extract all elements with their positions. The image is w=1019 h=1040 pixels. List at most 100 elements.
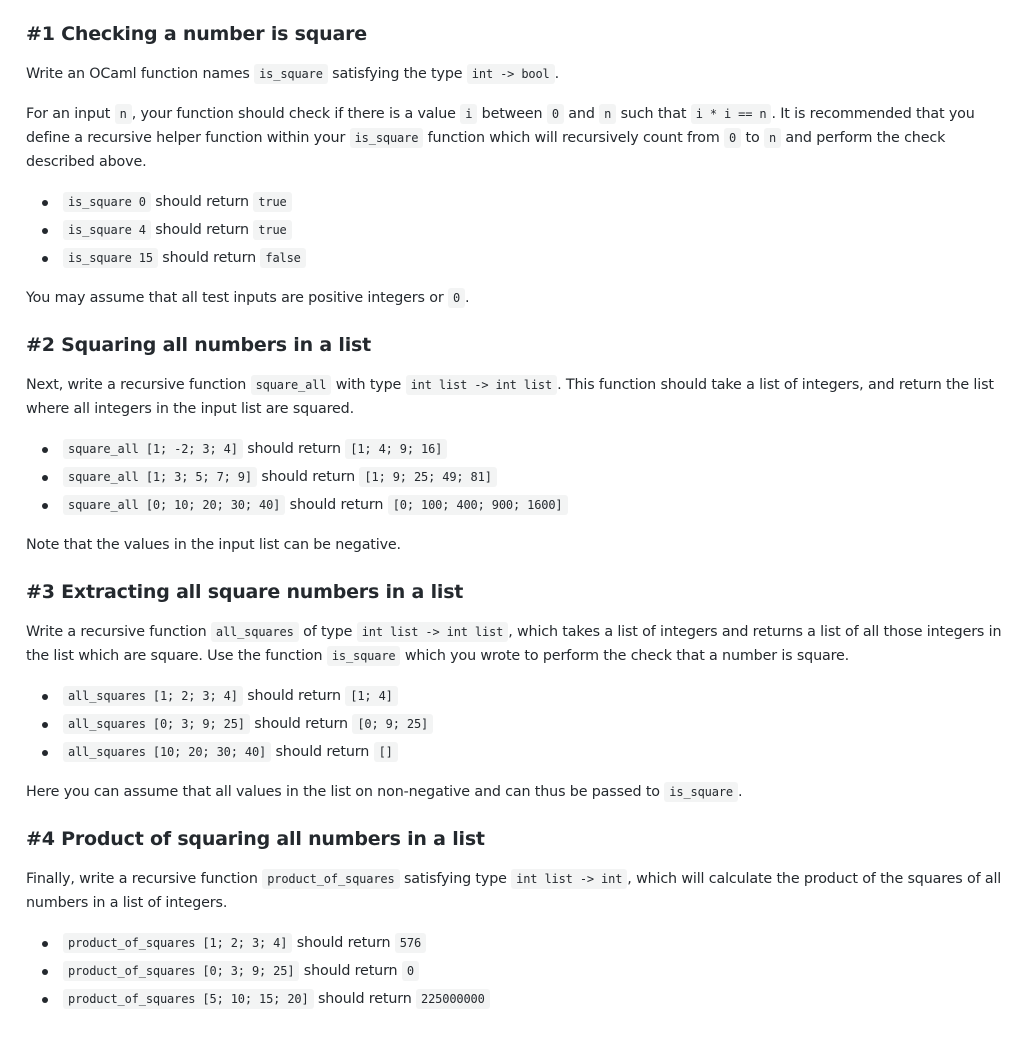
example-result: [1; 9; 25; 49; 81] [359,467,497,487]
example-call: product_of_squares [1; 2; 3; 4] [63,933,293,953]
inline-code: n [599,104,617,124]
text: Here you can assume that all values in t… [26,784,665,800]
section-intro: Finally, write a recursive function prod… [26,867,1007,915]
inline-code: 0 [447,288,466,308]
section-product-of-squares: #4 Product of squaring all numbers in a … [26,820,1007,1011]
inline-code: is_square [664,782,738,802]
list-item: is_square 4 should return true [42,218,1007,242]
list-item: all_squares [0; 3; 9; 25] should return … [42,712,1007,736]
example-result: false [260,248,306,268]
example-list: is_square 0 should return true is_square… [26,190,1007,270]
section-title: #4 Product of squaring all numbers in a … [26,828,485,850]
inline-code: int list -> int [511,869,628,889]
text: should return [249,716,353,732]
section-note: You may assume that all test inputs are … [26,286,1007,310]
text: . [465,290,470,306]
example-result: 225000000 [416,989,490,1009]
example-result: true [253,220,292,240]
section-description: For an input n, your function should che… [26,102,1007,174]
text: Write a recursive function [26,624,211,640]
text: should return [150,194,254,210]
example-call: is_square 0 [63,192,151,212]
text: Next, write a recursive function [26,377,251,393]
inline-code: is_square [254,64,328,84]
text: should return [157,250,261,266]
text: satisfying type [399,871,512,887]
inline-code: n [763,128,782,148]
text: of type [298,624,357,640]
text: Finally, write a recursive function [26,871,263,887]
text: should return [242,688,346,704]
text: should return [242,441,346,457]
text: should return [285,497,388,513]
inline-code: i [460,104,478,124]
example-call: square_all [1; -2; 3; 4] [63,439,243,459]
inline-code: 0 [724,128,742,148]
inline-code: all_squares [210,622,299,642]
text: should return [150,222,254,238]
example-call: is_square 15 [63,248,158,268]
text: For an input [26,106,115,122]
text: should return [256,469,360,485]
text: should return [271,744,374,760]
example-call: all_squares [10; 20; 30; 40] [63,742,272,762]
text: should return [292,935,395,951]
list-item: product_of_squares [0; 3; 9; 25] should … [42,959,1007,983]
text: should return [299,963,402,979]
example-list: all_squares [1; 2; 3; 4] should return [… [26,684,1007,764]
text: Write an OCaml function names [26,66,255,82]
example-call: product_of_squares [5; 10; 15; 20] [63,989,314,1009]
inline-code: int list -> int list [405,375,558,395]
list-item: all_squares [10; 20; 30; 40] should retu… [42,740,1007,764]
text: with type [331,377,406,393]
text: satisfying the type [327,66,467,82]
section-intro: Next, write a recursive function square_… [26,373,1007,421]
example-list: product_of_squares [1; 2; 3; 4] should r… [26,931,1007,1011]
section-title: #2 Squaring all numbers in a list [26,334,372,356]
example-result: [1; 4] [345,686,398,706]
text: . [554,66,560,82]
section-title: #3 Extracting all square numbers in a li… [26,581,464,603]
example-result: [0; 9; 25] [352,714,434,734]
inline-code: int -> bool [466,64,555,84]
inline-code: is_square [326,646,401,666]
text: such that [616,106,691,122]
text: to [741,130,764,146]
example-result: [0; 100; 400; 900; 1600] [387,495,568,515]
section-intro: Write an OCaml function names is_square … [26,62,1007,86]
text: Note that the values in the input list c… [26,537,401,553]
section-note: Note that the values in the input list c… [26,533,1007,557]
section-all-squares: #3 Extracting all square numbers in a li… [26,573,1007,804]
list-item: square_all [1; 3; 5; 7; 9] should return… [42,465,1007,489]
text: . [737,784,743,800]
example-call: square_all [1; 3; 5; 7; 9] [63,467,257,487]
example-result: true [253,192,292,212]
document: #1 Checking a number is square Write an … [0,0,1019,1011]
section-square-all: #2 Squaring all numbers in a list Next, … [26,326,1007,557]
inline-code: int list -> int list [356,622,509,642]
text: , your function should check if there is… [131,106,461,122]
list-item: product_of_squares [5; 10; 15; 20] shoul… [42,987,1007,1011]
text: function which will recursively count fr… [423,130,725,146]
example-result: [1; 4; 9; 16] [345,439,448,459]
example-result: [] [373,742,398,762]
text: between [477,106,547,122]
example-call: square_all [0; 10; 20; 30; 40] [63,495,286,515]
inline-code: product_of_squares [262,869,400,889]
list-item: all_squares [1; 2; 3; 4] should return [… [42,684,1007,708]
section-note: Here you can assume that all values in t… [26,780,1007,804]
text: should return [313,991,417,1007]
example-call: product_of_squares [0; 3; 9; 25] [63,961,300,981]
example-result: 0 [401,961,419,981]
inline-code: n [114,104,132,124]
section-title: #1 Checking a number is square [26,23,367,45]
example-call: all_squares [1; 2; 3; 4] [63,686,243,706]
list-item: square_all [0; 10; 20; 30; 40] should re… [42,493,1007,517]
inline-code: 0 [546,104,564,124]
text: and [563,106,600,122]
example-result: 576 [394,933,427,953]
list-item: is_square 0 should return true [42,190,1007,214]
inline-code: is_square [349,128,424,148]
list-item: is_square 15 should return false [42,246,1007,270]
list-item: square_all [1; -2; 3; 4] should return [… [42,437,1007,461]
